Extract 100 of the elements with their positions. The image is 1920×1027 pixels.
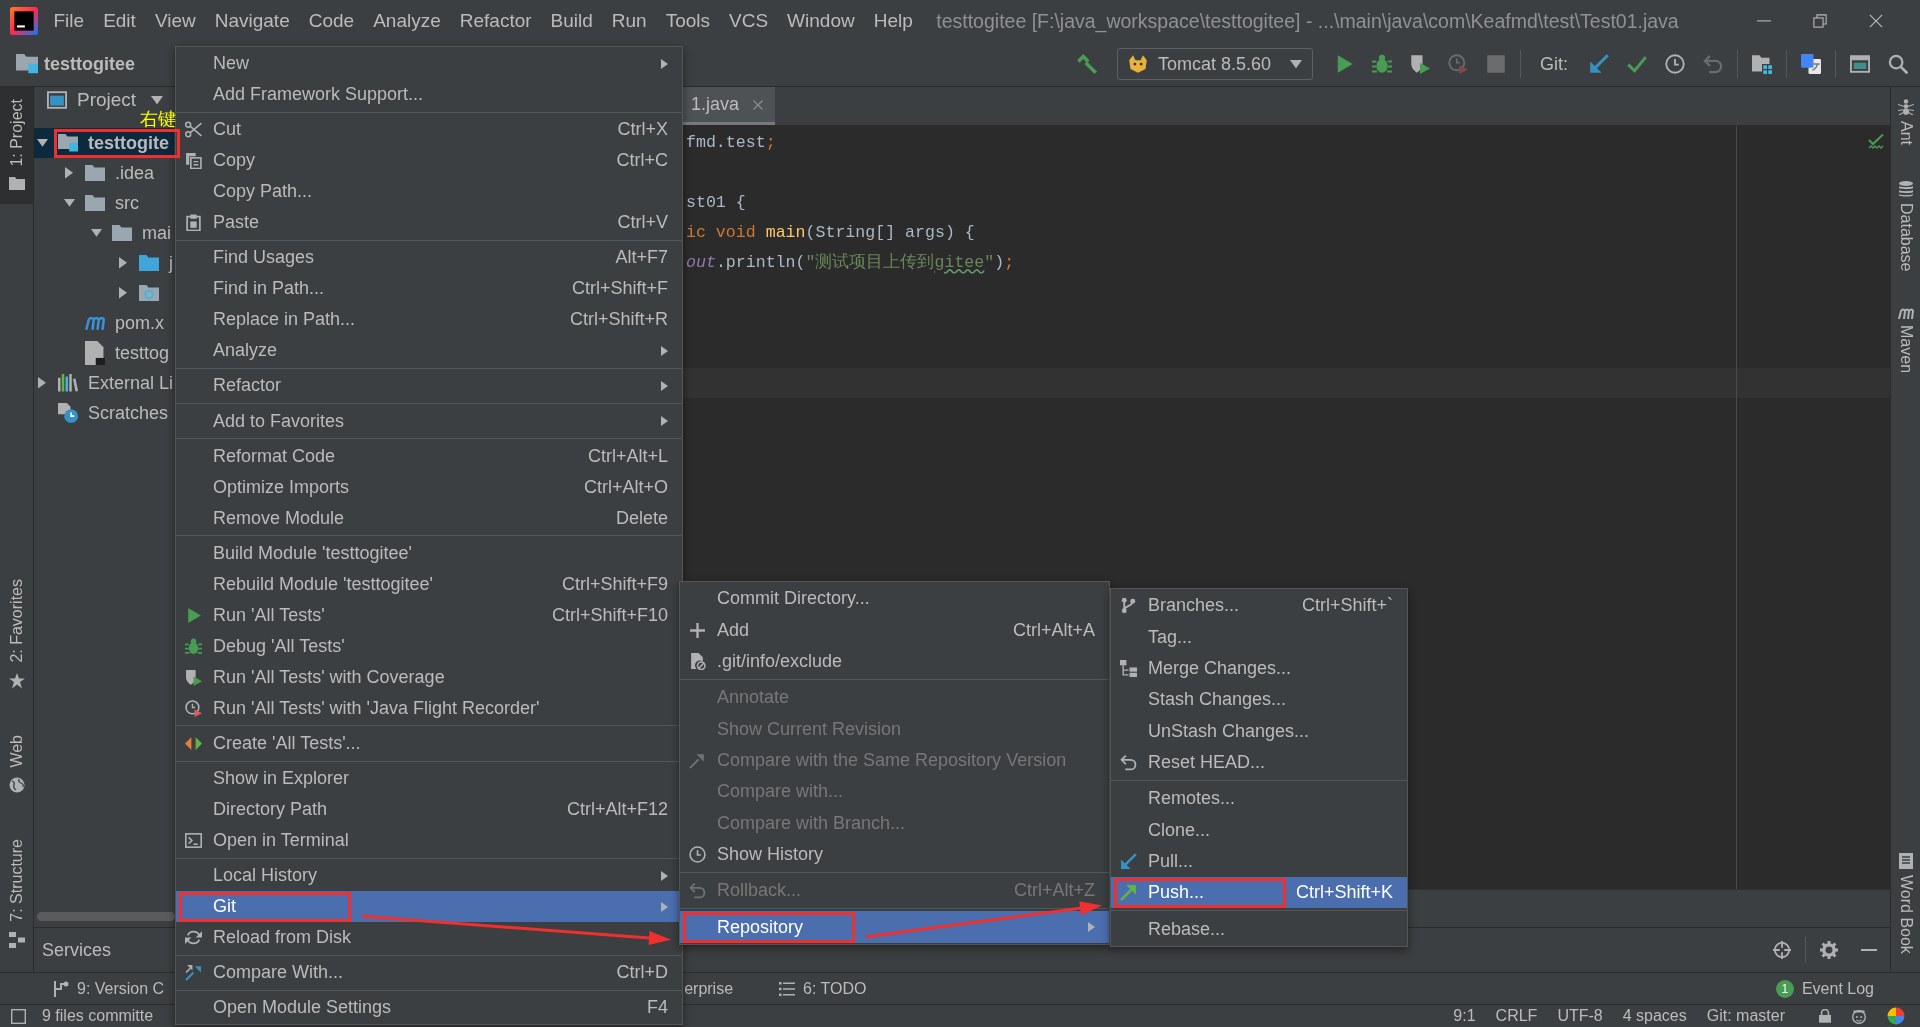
menu-item[interactable]: Git (176, 891, 682, 923)
editor-tab[interactable]: 1.java (683, 87, 776, 125)
menu-item[interactable]: Pull... (1111, 845, 1407, 878)
menu-item[interactable]: Copy Path... (176, 176, 682, 208)
status-item[interactable]: UTF-8 (1557, 1007, 1603, 1025)
window-icon[interactable] (1850, 54, 1870, 74)
check-icon[interactable] (1627, 54, 1647, 74)
menu-item[interactable]: Run 'All Tests' Ctrl+Shift+F10 (176, 599, 682, 631)
status-item[interactable]: 4 spaces (1622, 1007, 1687, 1025)
menu-bar-item[interactable]: Tools (656, 8, 720, 34)
menu-item[interactable]: Rebase... (1111, 913, 1407, 945)
menu-item[interactable]: Remove Module Delete (176, 502, 682, 534)
menu-bar-item[interactable]: Run (602, 8, 657, 34)
breadcrumb[interactable]: testtogitee (44, 53, 135, 75)
tree-item[interactable]: .idea (61, 158, 160, 188)
status-item[interactable]: Git: master (1706, 1007, 1785, 1025)
menu-item[interactable]: Remotes... (1111, 783, 1407, 815)
tool-window-tab[interactable]: 2: Favorites (0, 567, 33, 703)
menu-item[interactable]: Build Module 'testtogitee' (176, 537, 682, 569)
clock-icon[interactable] (1665, 54, 1685, 74)
menu-item[interactable]: Compare With... Ctrl+D (176, 957, 682, 989)
tree-item[interactable]: mai (88, 218, 176, 248)
status-item[interactable]: 9:1 (1453, 1007, 1476, 1025)
menu-item[interactable]: Cut Ctrl+X (176, 114, 682, 146)
caret-down-icon[interactable] (63, 199, 75, 207)
menu-item[interactable]: Tag... (1111, 621, 1407, 653)
menu-bar-item[interactable]: Window (777, 8, 865, 34)
tree-item[interactable]: testtog (85, 338, 175, 368)
menu-item[interactable]: Reload from Disk (176, 922, 682, 954)
arrow-down-left-icon[interactable] (1589, 54, 1609, 74)
scrollbar[interactable] (37, 912, 175, 921)
segmented-circle-icon[interactable] (1887, 1007, 1905, 1025)
menu-item[interactable]: New (176, 48, 682, 80)
menu-item[interactable]: Debug 'All Tests' (176, 630, 682, 662)
menu-bar-item[interactable]: Edit (93, 8, 146, 34)
caret-down-icon[interactable] (36, 139, 48, 147)
status-item[interactable]: CRLF (1495, 1007, 1538, 1025)
square-icon[interactable] (11, 1008, 26, 1024)
caret-right-icon[interactable] (119, 287, 127, 299)
tree-item[interactable]: Scratches (58, 398, 174, 428)
view-selector[interactable]: Project (47, 90, 164, 110)
tree-item[interactable]: j (115, 248, 178, 278)
menu-item[interactable]: .git/info/exclude (680, 645, 1109, 678)
menu-item[interactable]: Copy Ctrl+C (176, 145, 682, 177)
search-icon[interactable] (1888, 54, 1908, 74)
menu-item[interactable]: Create 'All Tests'... (176, 728, 682, 760)
menu-bar-item[interactable]: Build (541, 8, 603, 34)
menu-item[interactable]: Refactor (176, 370, 682, 402)
menu-item[interactable]: Optimize Imports Ctrl+Alt+O (176, 471, 682, 503)
menu-item[interactable]: Open Module Settings F4 (176, 992, 682, 1024)
menu-bar-item[interactable]: File (44, 8, 94, 34)
menu-item[interactable]: Analyze (176, 335, 682, 367)
menu-item[interactable]: Add Ctrl+Alt+A (680, 614, 1109, 646)
menu-item[interactable]: UnStash Changes... (1111, 715, 1407, 747)
tree-item[interactable]: External Li (34, 368, 179, 398)
menu-item[interactable]: Paste Ctrl+V (176, 207, 682, 239)
menu-item[interactable]: Branches... Ctrl+Shift+` (1111, 590, 1407, 622)
tool-window-tab[interactable]: 7: Structure (0, 827, 33, 962)
menu-bar-item[interactable]: Navigate (205, 8, 300, 34)
menu-item[interactable]: Find in Path... Ctrl+Shift+F (176, 273, 682, 305)
tree-item[interactable]: pom.x (85, 308, 170, 338)
folder-grid-icon[interactable] (1752, 54, 1772, 74)
tool-window-tab[interactable]: 1: Project (0, 87, 33, 204)
menu-bar-item[interactable]: Refactor (450, 8, 542, 34)
tool-window-tab[interactable]: 9: Version C (51, 973, 167, 1004)
restore-icon[interactable] (1813, 14, 1827, 28)
menu-bar-item[interactable]: View (145, 8, 206, 34)
menu-item[interactable]: Replace in Path... Ctrl+Shift+R (176, 304, 682, 336)
menu-item[interactable]: Clone... (1111, 814, 1407, 846)
tool-window-tab[interactable]: Web (0, 722, 33, 808)
menu-bar-item[interactable]: Help (864, 8, 923, 34)
menu-item[interactable]: Rebuild Module 'testtogitee' Ctrl+Shift+F9 (176, 568, 682, 600)
tree-item[interactable]: src (61, 188, 144, 218)
menu-item[interactable]: Show History (680, 838, 1109, 871)
menu-item[interactable]: Stash Changes... (1111, 684, 1407, 716)
run-config-dropdown[interactable]: Tomcat 8.5.60 (1117, 48, 1313, 80)
event-log-tab[interactable]: 1 Event Log (1775, 979, 1874, 998)
crosshair-icon[interactable] (1773, 941, 1791, 959)
close-icon[interactable] (1869, 14, 1883, 28)
menu-item[interactable]: Commit Directory... (680, 583, 1109, 615)
menu-item[interactable]: Directory Path Ctrl+Alt+F12 (176, 794, 682, 826)
tool-window-tab[interactable]: Maven (1891, 295, 1920, 383)
menu-item[interactable]: Find Usages Alt+F7 (176, 242, 682, 274)
menu-bar-item[interactable]: Analyze (363, 8, 451, 34)
caret-right-icon[interactable] (38, 377, 46, 389)
menu-bar-item[interactable]: Code (299, 8, 364, 34)
menu-bar-item[interactable]: VCS (719, 8, 778, 34)
menu-item[interactable]: Run 'All Tests' with 'Java Flight Recorder' (176, 692, 682, 724)
menu-item[interactable]: Open in Terminal (176, 825, 682, 857)
check-icon[interactable] (1868, 134, 1884, 150)
tool-window-tab[interactable]: Database (1891, 169, 1920, 282)
shield-play-icon[interactable] (1410, 54, 1430, 74)
tool-window-tab[interactable]: 6: TODO (777, 973, 869, 1004)
tool-window-tab[interactable]: Word Book (1891, 841, 1920, 964)
caret-down-icon[interactable] (90, 229, 102, 237)
tool-window-tab[interactable]: erprise (682, 973, 736, 1004)
bug-icon[interactable] (1372, 54, 1392, 74)
lock-icon[interactable] (1819, 1009, 1831, 1023)
menu-item[interactable]: Local History (176, 860, 682, 892)
translate-icon[interactable] (1801, 54, 1821, 74)
